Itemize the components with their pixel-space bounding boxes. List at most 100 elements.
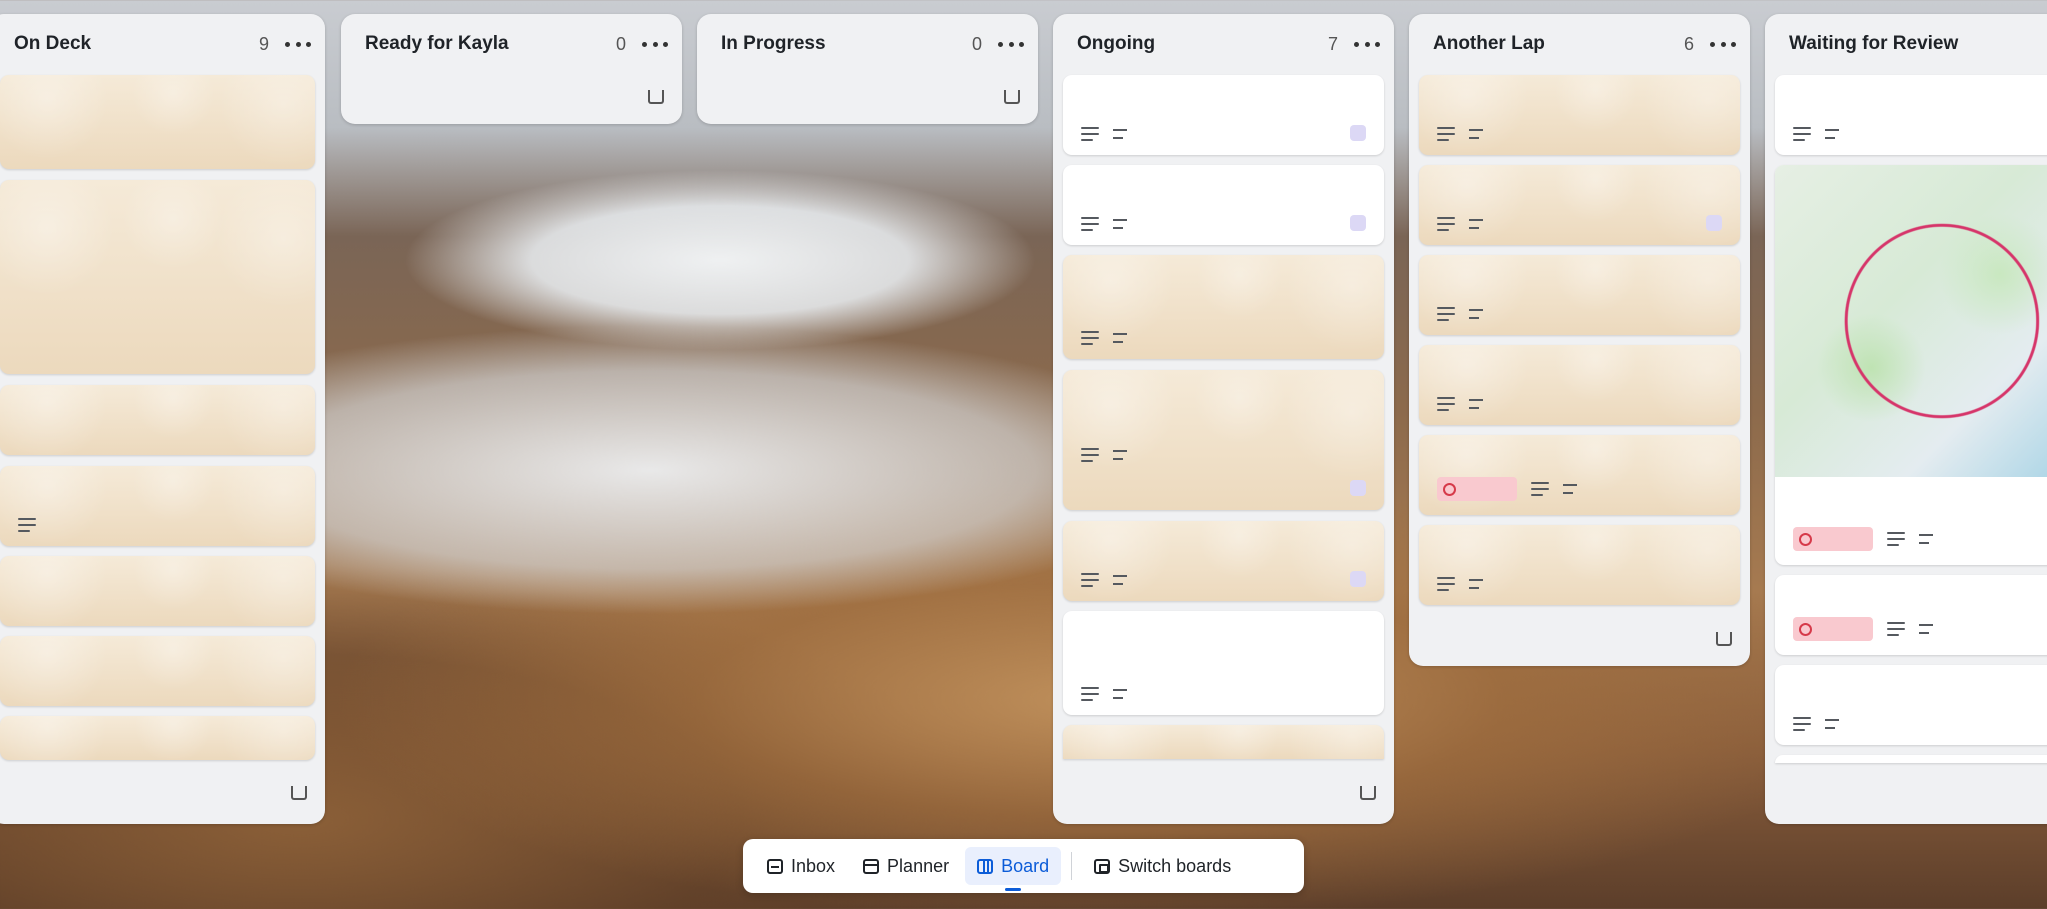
card[interactable] xyxy=(0,180,315,374)
nav-board-button[interactable]: Board xyxy=(965,847,1062,891)
card[interactable] xyxy=(1063,255,1384,359)
checklist-icon xyxy=(1919,624,1933,634)
more-icon[interactable] xyxy=(285,34,311,54)
add-card-row[interactable] xyxy=(1071,782,1376,806)
card[interactable] xyxy=(1775,75,2047,155)
list-title[interactable]: Another Lap xyxy=(1433,33,1684,55)
card[interactable] xyxy=(1063,521,1384,601)
description-icon xyxy=(1081,127,1099,141)
card[interactable] xyxy=(0,556,315,626)
description-icon xyxy=(18,518,36,532)
card[interactable] xyxy=(1775,165,2047,565)
card[interactable] xyxy=(1419,75,1740,155)
card-badges xyxy=(1081,331,1127,345)
due-date-badge[interactable] xyxy=(1793,527,1873,551)
card-count: 0 xyxy=(615,33,626,54)
card-badges xyxy=(1437,127,1483,141)
description-icon xyxy=(1081,217,1099,231)
bottom-navigation: Inbox Planner Board Switch boards xyxy=(743,839,1304,893)
list-title[interactable]: Waiting for Review xyxy=(1789,33,2047,55)
add-card-row[interactable] xyxy=(1427,628,1732,652)
checklist-icon xyxy=(1919,534,1933,544)
card-template-icon[interactable] xyxy=(291,786,307,800)
checklist-icon xyxy=(1469,129,1483,139)
card-badges xyxy=(1081,573,1127,587)
add-card-row[interactable] xyxy=(8,782,307,806)
member-avatar-icon xyxy=(1350,571,1366,587)
card[interactable] xyxy=(0,75,315,169)
list-header: On Deck 9 xyxy=(0,14,325,74)
checklist-icon xyxy=(1825,719,1839,729)
checklist-icon xyxy=(1469,579,1483,589)
card-template-icon[interactable] xyxy=(1004,90,1020,104)
card-template-icon[interactable] xyxy=(1360,786,1376,800)
card[interactable] xyxy=(0,716,315,760)
card[interactable] xyxy=(1419,525,1740,605)
card[interactable] xyxy=(1063,370,1384,510)
list-title[interactable]: Ongoing xyxy=(1077,33,1328,55)
more-icon[interactable] xyxy=(642,34,668,54)
nav-switch-boards-label: Switch boards xyxy=(1118,855,1232,876)
card[interactable] xyxy=(0,636,315,706)
nav-switch-boards-button[interactable]: Switch boards xyxy=(1082,847,1243,885)
checklist-icon xyxy=(1113,333,1127,343)
list-in-progress: In Progress 0 xyxy=(697,14,1038,124)
card[interactable] xyxy=(1775,665,2047,745)
card-badges xyxy=(1437,577,1483,591)
description-icon xyxy=(1081,448,1099,462)
description-icon xyxy=(1531,482,1549,496)
description-icon xyxy=(1081,331,1099,345)
card-template-icon[interactable] xyxy=(1716,632,1732,646)
card-badges xyxy=(1437,217,1483,231)
description-icon xyxy=(1437,307,1455,321)
card-badges xyxy=(1793,527,1933,551)
description-icon xyxy=(1081,573,1099,587)
more-icon[interactable] xyxy=(998,34,1024,54)
description-icon xyxy=(1081,687,1099,701)
nav-divider xyxy=(1071,852,1073,880)
inbox-icon xyxy=(767,858,783,874)
card[interactable] xyxy=(0,466,315,546)
card[interactable] xyxy=(1419,255,1740,335)
card[interactable] xyxy=(1063,165,1384,245)
card-count: 9 xyxy=(258,33,269,54)
description-icon xyxy=(1793,717,1811,731)
checklist-icon xyxy=(1469,399,1483,409)
due-date-badge[interactable] xyxy=(1437,477,1517,501)
card-badges xyxy=(18,518,36,532)
list-title[interactable]: In Progress xyxy=(721,33,972,55)
clock-icon xyxy=(1799,622,1812,636)
list-title[interactable]: On Deck xyxy=(14,33,259,55)
card-badges xyxy=(1081,217,1127,231)
checklist-icon xyxy=(1469,219,1483,229)
card[interactable] xyxy=(1419,345,1740,425)
nav-inbox-button[interactable]: Inbox xyxy=(755,847,847,885)
card-count: 6 xyxy=(1683,33,1694,54)
more-icon[interactable] xyxy=(1710,34,1736,54)
due-date-badge[interactable] xyxy=(1793,617,1873,641)
clock-icon xyxy=(1443,482,1456,496)
checklist-icon xyxy=(1469,309,1483,319)
list-header: In Progress 0 xyxy=(697,14,1038,74)
description-icon xyxy=(1437,217,1455,231)
card[interactable] xyxy=(1419,165,1740,245)
list-title[interactable]: Ready for Kayla xyxy=(365,33,616,55)
add-card-row[interactable] xyxy=(1783,782,2047,806)
card-badges xyxy=(1437,477,1577,501)
member-avatar-icon xyxy=(1706,215,1722,231)
card[interactable] xyxy=(1063,75,1384,155)
nav-planner-button[interactable]: Planner xyxy=(851,847,961,885)
checklist-icon xyxy=(1113,450,1127,460)
card[interactable] xyxy=(1063,611,1384,715)
add-card-row[interactable] xyxy=(359,86,664,110)
card[interactable] xyxy=(1775,755,2047,763)
card[interactable] xyxy=(1063,725,1384,759)
list-waiting-for-review: Waiting for Review 8 xyxy=(1765,14,2047,824)
more-icon[interactable] xyxy=(1354,34,1380,54)
card[interactable] xyxy=(1775,575,2047,655)
card[interactable] xyxy=(0,385,315,455)
checklist-icon xyxy=(1113,575,1127,585)
add-card-row[interactable] xyxy=(715,86,1020,110)
card[interactable] xyxy=(1419,435,1740,515)
card-template-icon[interactable] xyxy=(648,90,664,104)
